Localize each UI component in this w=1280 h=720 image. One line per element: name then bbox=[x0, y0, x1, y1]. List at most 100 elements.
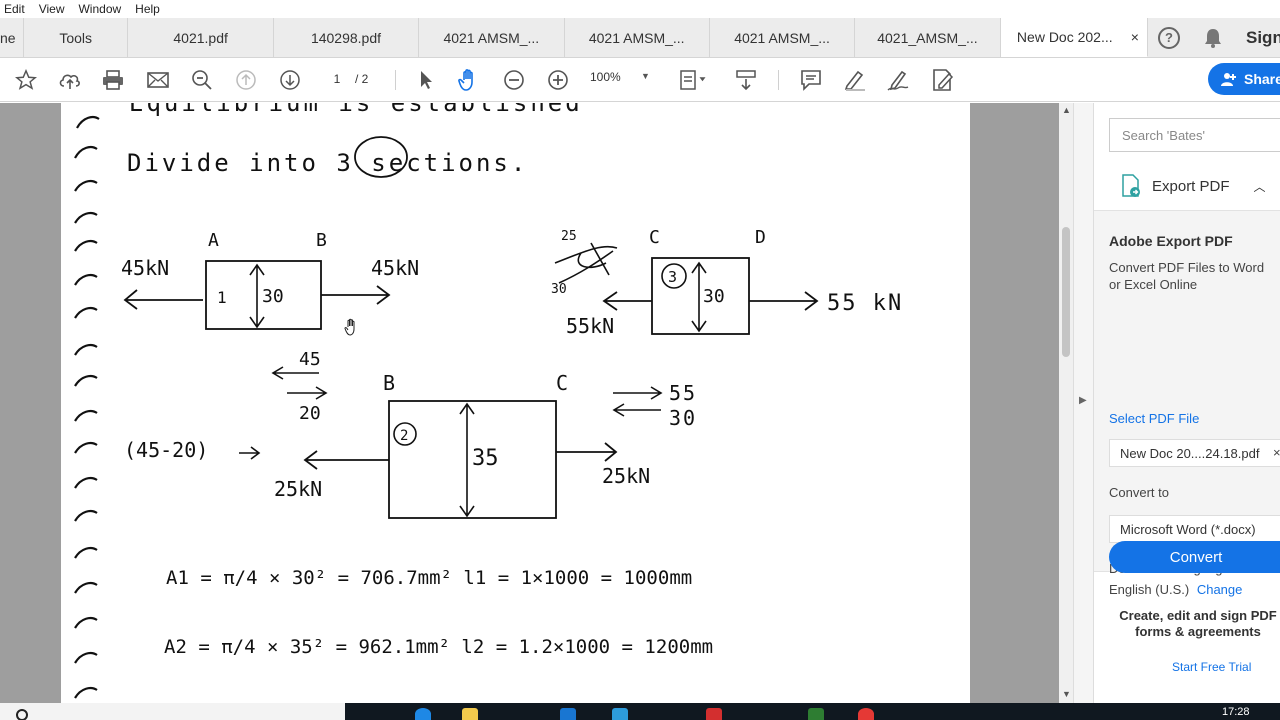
divider bbox=[778, 70, 779, 90]
select-cursor-icon[interactable] bbox=[412, 66, 440, 94]
zoom-level[interactable]: 100% bbox=[590, 70, 621, 84]
edge-icon[interactable] bbox=[415, 708, 431, 720]
scrollbar-thumb[interactable] bbox=[1062, 227, 1070, 357]
edit-tools-icon[interactable] bbox=[928, 66, 956, 94]
format-select[interactable]: Microsoft Word (*.docx) ▾ bbox=[1109, 515, 1280, 543]
selected-file-field[interactable]: New Doc 20....24.18.pdf × bbox=[1109, 439, 1280, 467]
force-55kn-left: 55kN bbox=[566, 314, 614, 338]
tab-doc-6[interactable]: 4021_AMSM_... bbox=[855, 18, 1001, 57]
menu-window[interactable]: Window bbox=[71, 2, 128, 16]
handwritten-notes: Equilibrium is established Divide into 3… bbox=[74, 103, 903, 699]
tab-doc-4[interactable]: 4021 AMSM_... bbox=[565, 18, 710, 57]
page-number-input[interactable]: 1 bbox=[322, 68, 352, 90]
app-icon[interactable] bbox=[560, 708, 576, 720]
comment-icon[interactable] bbox=[797, 66, 825, 94]
force-25kn-right: 25kN bbox=[602, 464, 650, 488]
tools-search-input[interactable]: Search 'Bates' bbox=[1109, 118, 1280, 152]
search-icon bbox=[16, 709, 28, 720]
label-c2: C bbox=[556, 371, 568, 395]
page-down-icon[interactable] bbox=[276, 66, 304, 94]
label-b2: B bbox=[383, 371, 395, 395]
menu-view[interactable]: View bbox=[32, 2, 72, 16]
close-icon[interactable]: × bbox=[1131, 29, 1139, 45]
tab-doc-1[interactable]: 4021.pdf bbox=[128, 18, 274, 57]
share-button[interactable]: Share bbox=[1208, 63, 1280, 95]
page-total: / 2 bbox=[355, 72, 369, 86]
scroll-down-icon[interactable]: ▼ bbox=[1062, 689, 1071, 699]
tab-home[interactable]: ne bbox=[0, 18, 24, 57]
page-up-icon[interactable] bbox=[232, 66, 260, 94]
print-icon[interactable] bbox=[99, 66, 127, 94]
sign-in-link[interactable]: Sign In bbox=[1246, 28, 1280, 48]
section-2-number: 2 bbox=[400, 428, 408, 444]
help-icon[interactable]: ? bbox=[1158, 26, 1180, 49]
change-language-link[interactable]: Change bbox=[1197, 582, 1243, 597]
tab-doc-5[interactable]: 4021 AMSM_... bbox=[710, 18, 856, 57]
top-45: 45 bbox=[299, 349, 321, 370]
select-pdf-link[interactable]: Select PDF File bbox=[1109, 411, 1199, 426]
tab-label: 140298.pdf bbox=[310, 29, 382, 46]
zoom-in-icon[interactable] bbox=[544, 66, 572, 94]
highlight-pen-icon[interactable] bbox=[841, 66, 869, 94]
arrow-left bbox=[123, 289, 203, 310]
fit-page-icon[interactable] bbox=[678, 66, 706, 94]
tab-doc-2[interactable]: 140298.pdf bbox=[274, 18, 420, 57]
zoom-out-icon[interactable] bbox=[500, 66, 528, 94]
chevron-right-icon[interactable]: ▶ bbox=[1079, 395, 1087, 406]
arrow-right bbox=[556, 442, 618, 462]
search-zoom-icon[interactable] bbox=[188, 66, 216, 94]
right-30: 30 bbox=[669, 406, 697, 430]
menu-help[interactable]: Help bbox=[128, 2, 167, 16]
section-3-box bbox=[651, 257, 750, 335]
taskbar-search[interactable] bbox=[0, 703, 345, 720]
force-55kn-right: 55 kN bbox=[827, 291, 903, 316]
scroll-up-icon[interactable]: ▲ bbox=[1062, 105, 1071, 115]
doc-line-equilibrium: Equilibrium is established bbox=[129, 103, 583, 117]
vertical-scrollbar[interactable]: ▲ ▼ bbox=[1059, 103, 1073, 703]
doc-language-value: English (U.S.) bbox=[1109, 582, 1190, 597]
folder-icon[interactable] bbox=[462, 708, 478, 720]
app-icon[interactable] bbox=[858, 708, 874, 720]
section-1-number: 1 bbox=[217, 288, 227, 307]
app-icon[interactable] bbox=[612, 708, 628, 720]
force-25kn-left: 25kN bbox=[274, 477, 322, 501]
scribble-marks bbox=[554, 242, 618, 284]
cloud-upload-icon[interactable] bbox=[56, 66, 84, 94]
format-value: Microsoft Word (*.docx) bbox=[1120, 522, 1256, 537]
chevron-up-icon[interactable]: ︿ bbox=[1254, 178, 1266, 195]
chevron-down-icon[interactable]: ▼ bbox=[641, 71, 650, 81]
convert-button[interactable]: Convert bbox=[1109, 541, 1280, 573]
label-a: A bbox=[208, 230, 219, 251]
document-viewport[interactable]: Equilibrium is established Divide into 3… bbox=[0, 103, 1060, 703]
label-b: B bbox=[316, 230, 327, 251]
convert-to-label: Convert to bbox=[1109, 485, 1169, 500]
arrow-left bbox=[303, 450, 389, 470]
panel-heading: Adobe Export PDF bbox=[1109, 233, 1233, 249]
close-icon[interactable]: × bbox=[1273, 445, 1280, 460]
pane-collapse-strip[interactable]: ▶ bbox=[1073, 103, 1093, 703]
export-pdf-header[interactable]: Export PDF ︿ bbox=[1094, 163, 1280, 209]
tab-active-doc[interactable]: New Doc 202... × bbox=[1000, 18, 1148, 57]
spiral-binding bbox=[74, 116, 100, 699]
menu-edit[interactable]: Edit bbox=[0, 2, 32, 16]
hand-cursor-icon bbox=[344, 318, 360, 341]
arrow-left bbox=[602, 291, 652, 311]
clock[interactable]: 17:28 bbox=[1222, 706, 1250, 718]
scroll-mode-icon[interactable] bbox=[732, 66, 760, 94]
share-label: Share bbox=[1244, 71, 1280, 87]
start-free-trial-link[interactable]: Start Free Trial bbox=[1172, 660, 1251, 674]
force-45kn-left: 45kN bbox=[121, 256, 169, 280]
acrobat-icon[interactable] bbox=[706, 708, 722, 720]
tab-doc-3[interactable]: 4021 AMSM_... bbox=[419, 18, 565, 57]
excel-icon[interactable] bbox=[808, 708, 824, 720]
tab-tools[interactable]: Tools bbox=[24, 18, 129, 57]
expr-45-20: (45-20) bbox=[124, 438, 208, 462]
sign-pen-icon[interactable] bbox=[884, 66, 912, 94]
mail-icon[interactable] bbox=[144, 66, 172, 94]
bell-icon[interactable] bbox=[1202, 27, 1224, 49]
hand-tool-icon[interactable] bbox=[455, 66, 483, 94]
tab-label: 4021 AMSM_... bbox=[443, 29, 540, 46]
star-icon[interactable] bbox=[12, 66, 40, 94]
tab-tools-label: Tools bbox=[59, 29, 93, 46]
panel-description: Convert PDF Files to Word or Excel Onlin… bbox=[1109, 260, 1265, 292]
